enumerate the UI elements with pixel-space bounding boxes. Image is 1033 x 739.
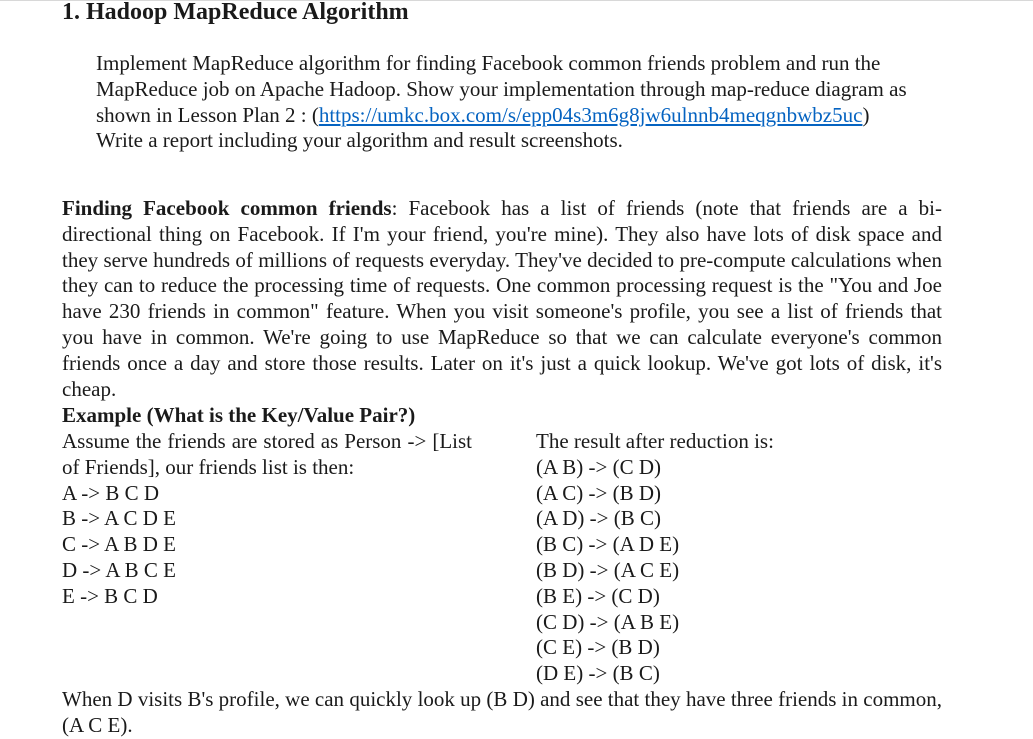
problem-statement: Finding Facebook common friends: Faceboo… [62, 196, 942, 402]
reduction-result-item: (D E) -> (B C) [536, 661, 660, 686]
friends-list-item: B -> A C D E [62, 506, 176, 531]
friends-list-item: D -> A B C E [62, 557, 176, 582]
reduction-result-item: (A C) -> (B D) [536, 480, 661, 505]
task-report-line: Write a report including your algorithm … [96, 128, 623, 153]
reduction-result-item: (C D) -> (A B E) [536, 609, 680, 634]
problem-title: Finding Facebook common friends [62, 196, 392, 220]
reduction-result-column: The result after reduction is: (A B) -> … [536, 429, 956, 687]
reduction-result-item: (A D) -> (B C) [536, 506, 661, 531]
example-title: Example (What is the Key/Value Pair?) [62, 403, 416, 427]
reduction-result-intro: The result after reduction is: [536, 429, 774, 453]
problem-text: : Facebook has a list of friends (note t… [62, 196, 942, 401]
friends-list-item: A -> B C D [62, 480, 160, 505]
friends-list-column: Assume the friends are stored as Person … [62, 429, 472, 610]
section-heading: 1. Hadoop MapReduce Algorithm [62, 0, 409, 25]
conclusion-paragraph: When D visits B's profile, we can quickl… [62, 687, 942, 737]
reduction-result-item: (A B) -> (C D) [536, 454, 661, 479]
reduction-result-item: (B D) -> (A C E) [536, 557, 680, 582]
friends-list-item: E -> B C D [62, 583, 158, 608]
task-paragraph: Implement MapReduce algorithm for findin… [96, 51, 946, 128]
reduction-result-item: (B C) -> (A D E) [536, 532, 680, 557]
lesson-plan-link[interactable]: https://umkc.box.com/s/epp04s3m6g8jw6uln… [319, 103, 863, 127]
reduction-result-item: (B E) -> (C D) [536, 583, 660, 608]
friends-list-item: C -> A B D E [62, 532, 176, 557]
task-description: Implement MapReduce algorithm for findin… [96, 51, 946, 154]
task-text-close: ) [862, 102, 870, 127]
friends-list-intro: Assume the friends are stored as Person … [62, 429, 472, 479]
reduction-result-item: (C E) -> (B D) [536, 635, 660, 660]
